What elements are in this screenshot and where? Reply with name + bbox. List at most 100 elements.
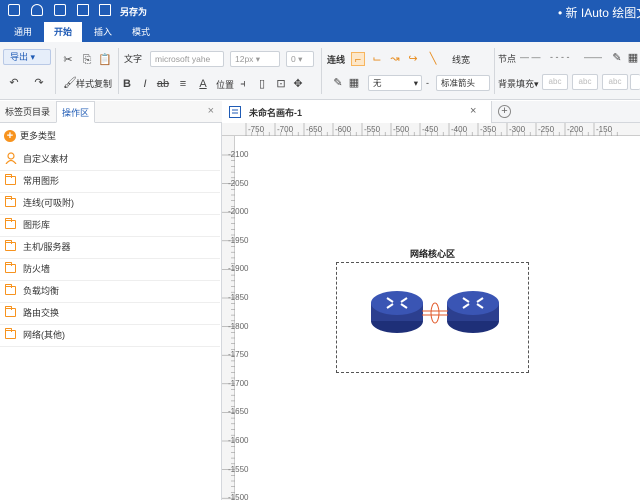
copy-icon[interactable]: ⎘ [80, 53, 94, 67]
tab-operations[interactable]: 操作区 [56, 101, 96, 123]
router-icon[interactable] [446, 289, 500, 335]
category-label: 常用图形 [23, 176, 60, 186]
category-label: 负载均衡 [23, 286, 60, 296]
link-icon[interactable] [422, 301, 448, 325]
database-icon[interactable] [31, 4, 43, 16]
category-item[interactable]: 网络(其他) [0, 325, 220, 347]
cut-icon[interactable]: ✂ [61, 53, 75, 67]
group-title: 网络核心区 [409, 249, 455, 259]
export-label: 导出 [10, 52, 29, 62]
bg-fill-text: 背景填充 [498, 79, 535, 89]
close-tab-icon[interactable]: × [470, 105, 476, 117]
panel-tabs: 标签页目录 操作区 × [0, 101, 222, 123]
menu-start[interactable]: 开始 [44, 22, 82, 42]
distribute-icon[interactable]: ▯ [255, 77, 269, 91]
paste-icon[interactable]: 📋 [98, 53, 112, 67]
app-title: • 新 IAuto 绘图文 [558, 6, 640, 20]
close-icon[interactable]: × [208, 105, 214, 117]
node-line-dot-icon[interactable]: - - - - [550, 50, 570, 64]
open-folder-icon[interactable] [77, 4, 89, 16]
category-item[interactable]: 负载均衡 [0, 281, 220, 303]
category-item[interactable]: 自定义素材 [0, 149, 220, 171]
style-swatch-4[interactable] [630, 74, 640, 90]
vertical-ruler: -2100 -2050 -2000 -1950 -1900 -1850 -1800 -1750… [222, 136, 248, 502]
category-label: 图形库 [23, 220, 51, 230]
tab-canvas[interactable]: 未命名画布-1 × [222, 101, 492, 123]
position-label[interactable]: 位置 [216, 78, 234, 92]
ruler-label: -1700 [228, 378, 249, 388]
folder-icon [5, 240, 16, 251]
connector-step-icon[interactable]: ⌙ [370, 52, 384, 66]
ruler-label: -2050 [228, 178, 249, 188]
spacing-select[interactable]: 0 ▾ [286, 51, 314, 67]
spacing-value: 0 [291, 54, 296, 64]
font-family-select[interactable]: microsoft yahe [150, 51, 224, 67]
strikethrough-icon[interactable]: ab [156, 77, 170, 91]
connector-elbow-icon[interactable]: ⌐ [351, 52, 365, 66]
diagram-icon [229, 106, 241, 118]
line-width-label: 线宽 [452, 55, 471, 65]
ruler-label: -250 [538, 125, 555, 134]
align-icon[interactable]: ≡ [176, 77, 190, 91]
new-file-icon[interactable] [54, 4, 66, 16]
category-item[interactable]: 常用图形 [0, 171, 220, 193]
document-tabs: 未命名画布-1 × + [222, 101, 640, 123]
window-icon[interactable] [8, 4, 20, 16]
connector-curve-icon[interactable]: ↝ [388, 52, 402, 66]
connector-straight-icon[interactable]: ╲ [426, 52, 440, 66]
bg-fill-label[interactable]: 背景填充▾ [498, 77, 539, 91]
fill-select[interactable]: 无 ▾ [368, 75, 422, 91]
fill-value: 无 [373, 78, 382, 88]
style-copy-label[interactable]: 样式复制 [76, 77, 112, 91]
export-button[interactable]: 导出 ▾ [3, 49, 51, 65]
ruler-label: -1900 [228, 264, 249, 274]
menu-general[interactable]: 通用 [6, 22, 40, 42]
ruler-label: -300 [509, 125, 526, 134]
save-as-button[interactable]: 另存为 [120, 5, 147, 18]
category-label: 连线(可吸附) [23, 198, 74, 208]
router-icon[interactable] [370, 289, 424, 335]
ruler-label: -2100 [228, 150, 249, 159]
category-item[interactable]: 连线(可吸附) [0, 193, 220, 215]
redo-icon[interactable]: ↷ [32, 76, 46, 90]
node-pattern-icon[interactable]: ▦ [626, 51, 640, 65]
category-item[interactable]: 路由交换 [0, 303, 220, 325]
bold-icon[interactable]: B [120, 77, 134, 91]
node-color-icon[interactable]: ✎ [610, 51, 624, 65]
italic-icon[interactable]: I [138, 77, 152, 91]
style-swatch-2[interactable]: abc [572, 74, 598, 90]
drawing-canvas[interactable]: -750 -700 -650 -600 -550 -500 -450 -400 -350 -300… [222, 123, 640, 502]
category-item[interactable]: 主机/服务器 [0, 237, 220, 259]
group-icon[interactable]: ⊡ [274, 77, 288, 91]
ruler-label: -750 [248, 125, 265, 134]
menu-insert[interactable]: 插入 [86, 22, 120, 42]
fill-pattern-icon[interactable]: ▦ [347, 76, 361, 90]
style-swatch-1[interactable]: abc [542, 74, 568, 90]
line-color-icon[interactable]: ✎ [331, 76, 345, 90]
font-size-select[interactable]: 12px ▾ [230, 51, 280, 67]
add-tab-icon[interactable]: + [498, 105, 511, 118]
style-swatch-3[interactable]: abc [602, 74, 628, 90]
undo-icon[interactable]: ↶ [7, 76, 21, 90]
ruler-label: -600 [335, 125, 352, 134]
connector-rounded-icon[interactable]: ↪ [406, 52, 420, 66]
ruler-label: -1600 [228, 436, 249, 445]
category-label: 网络(其他) [23, 330, 65, 340]
node-line-dash-icon[interactable]: — — [520, 50, 541, 64]
category-item[interactable]: 防火墙 [0, 259, 220, 281]
save-icon[interactable] [99, 4, 111, 16]
font-color-icon[interactable]: A [196, 77, 210, 91]
align-left-icon[interactable]: ⫞ [236, 77, 250, 91]
ruler-label: -500 [393, 125, 410, 134]
format-painter-icon[interactable]: 🖌 [63, 76, 77, 90]
folder-icon [5, 218, 16, 229]
font-size-value: 12px [235, 54, 254, 64]
tab-bookmarks[interactable]: 标签页目录 [0, 101, 55, 123]
move-icon[interactable]: ✥ [291, 77, 305, 91]
folder-icon [5, 174, 16, 185]
category-item[interactable]: 图形库 [0, 215, 220, 237]
ruler-label: -1950 [228, 235, 249, 245]
node-line-solid-icon[interactable]: —— [584, 50, 602, 64]
arrow-style-select[interactable]: 标准箭头 [436, 75, 490, 91]
menu-mode[interactable]: 模式 [124, 22, 158, 42]
